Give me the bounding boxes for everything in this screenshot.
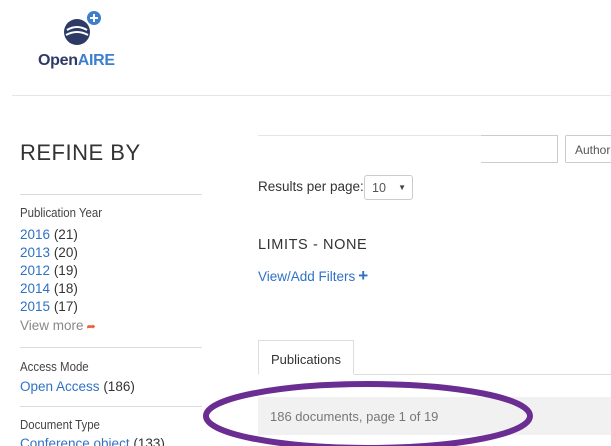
facet-count: (18) xyxy=(53,281,78,296)
facet-item-2013[interactable]: 2013 (20) xyxy=(20,244,78,262)
tab-divider xyxy=(354,374,611,375)
facet-item-2015[interactable]: 2015 (17) xyxy=(20,298,78,316)
sidebar-divider xyxy=(20,194,202,195)
refine-by-title: REFINE BY xyxy=(20,140,141,165)
facet-count: (17) xyxy=(53,299,78,314)
sidebar-divider xyxy=(20,406,202,407)
results-per-page-select[interactable]: 10 ▼ xyxy=(364,175,413,200)
facet-title-publication-year: Publication Year xyxy=(20,205,103,220)
logo-wordmark: OpenAIRE xyxy=(38,52,115,70)
view-more-link[interactable]: View more ➦ xyxy=(20,318,96,333)
facet-item-2014[interactable]: 2014 (18) xyxy=(20,280,78,298)
search-field-select[interactable]: Author xyxy=(565,135,611,163)
facet-value[interactable]: Open Access xyxy=(20,379,100,394)
facet-item-2012[interactable]: 2012 (19) xyxy=(20,262,78,280)
logo-text-aire: AIRE xyxy=(77,52,115,69)
facet-list-access-mode: Open Access (186) xyxy=(20,378,135,396)
sidebar-divider xyxy=(20,347,202,348)
facet-count: (19) xyxy=(53,263,78,278)
tab-publications[interactable]: Publications xyxy=(258,340,354,375)
facet-item-2016[interactable]: 2016 (21) xyxy=(20,226,78,244)
expand-arrow-icon: ➦ xyxy=(86,321,96,333)
facet-value[interactable]: 2014 xyxy=(20,281,50,296)
facet-item-open-access[interactable]: Open Access (186) xyxy=(20,378,135,396)
header-divider xyxy=(12,95,611,96)
openaire-logo[interactable]: OpenAIRE xyxy=(34,8,134,70)
facet-value[interactable]: Conference object xyxy=(20,436,130,446)
facet-item-conference-object[interactable]: Conference object (133) xyxy=(20,435,165,446)
view-more-label: View more xyxy=(20,318,84,333)
view-add-filters-link[interactable]: View/Add Filters + xyxy=(258,266,368,286)
caret-down-icon: ▼ xyxy=(398,183,406,192)
facet-list-document-type: Conference object (133) xyxy=(20,435,165,446)
plus-icon: + xyxy=(358,266,369,285)
facet-value[interactable]: 2016 xyxy=(20,227,50,242)
facet-count: (21) xyxy=(53,227,78,242)
facet-count: (133) xyxy=(133,436,165,446)
view-add-filters-label: View/Add Filters xyxy=(258,269,356,284)
search-input[interactable] xyxy=(481,135,558,163)
facet-count: (186) xyxy=(103,379,135,394)
facet-list-publication-year: 2016 (21) 2013 (20) 2012 (19) 2014 (18) … xyxy=(20,226,78,316)
openaire-logo-icon xyxy=(64,11,101,45)
facet-value[interactable]: 2012 xyxy=(20,263,50,278)
facet-value[interactable]: 2015 xyxy=(20,299,50,314)
facet-title-document-type: Document Type xyxy=(20,417,100,432)
logo-text-open: Open xyxy=(38,52,78,69)
facet-title-access-mode: Access Mode xyxy=(20,359,89,374)
facet-count: (20) xyxy=(53,245,78,260)
results-per-page-value: 10 xyxy=(372,181,386,195)
results-summary-text: 186 documents, page 1 of 19 xyxy=(270,409,439,424)
results-per-page-label: Results per page: xyxy=(258,179,364,194)
facet-value[interactable]: 2013 xyxy=(20,245,50,260)
limits-heading: LIMITS - NONE xyxy=(258,237,368,253)
